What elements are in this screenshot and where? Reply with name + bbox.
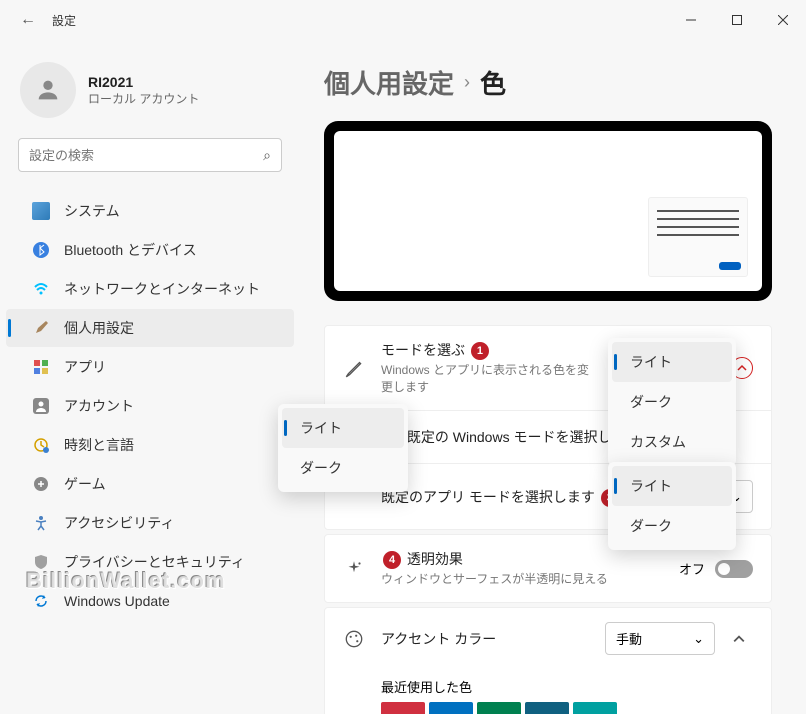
brush-icon <box>343 357 365 379</box>
nav-accessibility[interactable]: アクセシビリティ <box>6 504 294 542</box>
color-swatches <box>325 702 771 714</box>
apps-icon <box>32 358 50 376</box>
color-swatch[interactable] <box>477 702 521 714</box>
clock-icon <box>32 436 50 454</box>
chevron-down-icon: ⌄ <box>693 631 704 647</box>
popup-option-dark[interactable]: ダーク <box>612 506 732 546</box>
bluetooth-icon <box>32 241 50 259</box>
nav-update[interactable]: Windows Update <box>6 582 294 620</box>
color-swatch[interactable] <box>429 702 473 714</box>
back-button[interactable]: ← <box>20 11 36 29</box>
popup-option-light[interactable]: ライト <box>612 342 732 382</box>
popup-option-light[interactable]: ライト <box>612 466 732 506</box>
setting-accent-color: アクセント カラー 手動⌄ 最近使用した色 <box>324 607 772 714</box>
username: RI2021 <box>88 74 199 90</box>
toggle-state-label: オフ <box>679 559 705 578</box>
palette-icon <box>343 628 365 650</box>
nav-system[interactable]: システム <box>6 192 294 230</box>
search-box[interactable]: ⌕ <box>18 138 282 172</box>
search-input[interactable] <box>29 148 263 163</box>
accent-dropdown[interactable]: 手動⌄ <box>605 622 715 655</box>
nav-network[interactable]: ネットワークとインターネット <box>6 270 294 308</box>
badge-1: 1 <box>471 342 489 360</box>
nav-gaming[interactable]: ゲーム <box>6 465 294 503</box>
popup-option-custom[interactable]: カスタム <box>612 422 732 462</box>
titlebar: ← 設定 <box>0 0 806 40</box>
color-swatch[interactable] <box>573 702 617 714</box>
breadcrumb-parent[interactable]: 個人用設定 <box>324 64 454 101</box>
color-swatch[interactable] <box>525 702 569 714</box>
search-icon: ⌕ <box>263 147 271 164</box>
brush-icon <box>32 319 50 337</box>
popup-option-dark[interactable]: ダーク <box>612 382 732 422</box>
wifi-icon <box>32 280 50 298</box>
update-icon <box>32 592 50 610</box>
account-icon <box>32 397 50 415</box>
popup-option-dark[interactable]: ダーク <box>282 448 404 488</box>
minimize-button[interactable] <box>668 0 714 40</box>
mode-popup: ライト ダーク カスタム <box>608 338 736 466</box>
expand-button[interactable] <box>725 625 753 653</box>
breadcrumb-current: 色 <box>480 64 506 101</box>
gaming-icon <box>32 475 50 493</box>
user-section[interactable]: RI2021 ローカル アカウント <box>0 50 300 138</box>
popup-option-light[interactable]: ライト <box>282 408 404 448</box>
close-button[interactable] <box>760 0 806 40</box>
chevron-right-icon: › <box>464 72 470 93</box>
nav-accounts[interactable]: アカウント <box>6 387 294 425</box>
system-icon <box>32 202 50 220</box>
windows-mode-popup: ライト ダーク <box>278 404 408 492</box>
nav-apps[interactable]: アプリ <box>6 348 294 386</box>
window-title: 設定 <box>52 12 76 29</box>
app-mode-popup: ライト ダーク <box>608 462 736 550</box>
shield-icon <box>32 553 50 571</box>
nav-personalize[interactable]: 個人用設定 <box>6 309 294 347</box>
nav-privacy[interactable]: プライバシーとセキュリティ <box>6 543 294 581</box>
sparkle-icon <box>343 558 365 580</box>
accessibility-icon <box>32 514 50 532</box>
maximize-button[interactable] <box>714 0 760 40</box>
avatar <box>20 62 76 118</box>
theme-preview <box>324 121 772 301</box>
nav-bluetooth[interactable]: Bluetooth とデバイス <box>6 231 294 269</box>
color-swatch[interactable] <box>381 702 425 714</box>
nav-time[interactable]: 時刻と言語 <box>6 426 294 464</box>
recent-colors-label: 最近使用した色 <box>325 669 771 702</box>
breadcrumb: 個人用設定 › 色 <box>324 64 772 101</box>
transparency-toggle[interactable] <box>715 560 753 578</box>
sidebar: RI2021 ローカル アカウント ⌕ システム Bluetooth とデバイス… <box>0 40 300 714</box>
account-type: ローカル アカウント <box>88 90 199 107</box>
badge-4: 4 <box>383 551 401 569</box>
